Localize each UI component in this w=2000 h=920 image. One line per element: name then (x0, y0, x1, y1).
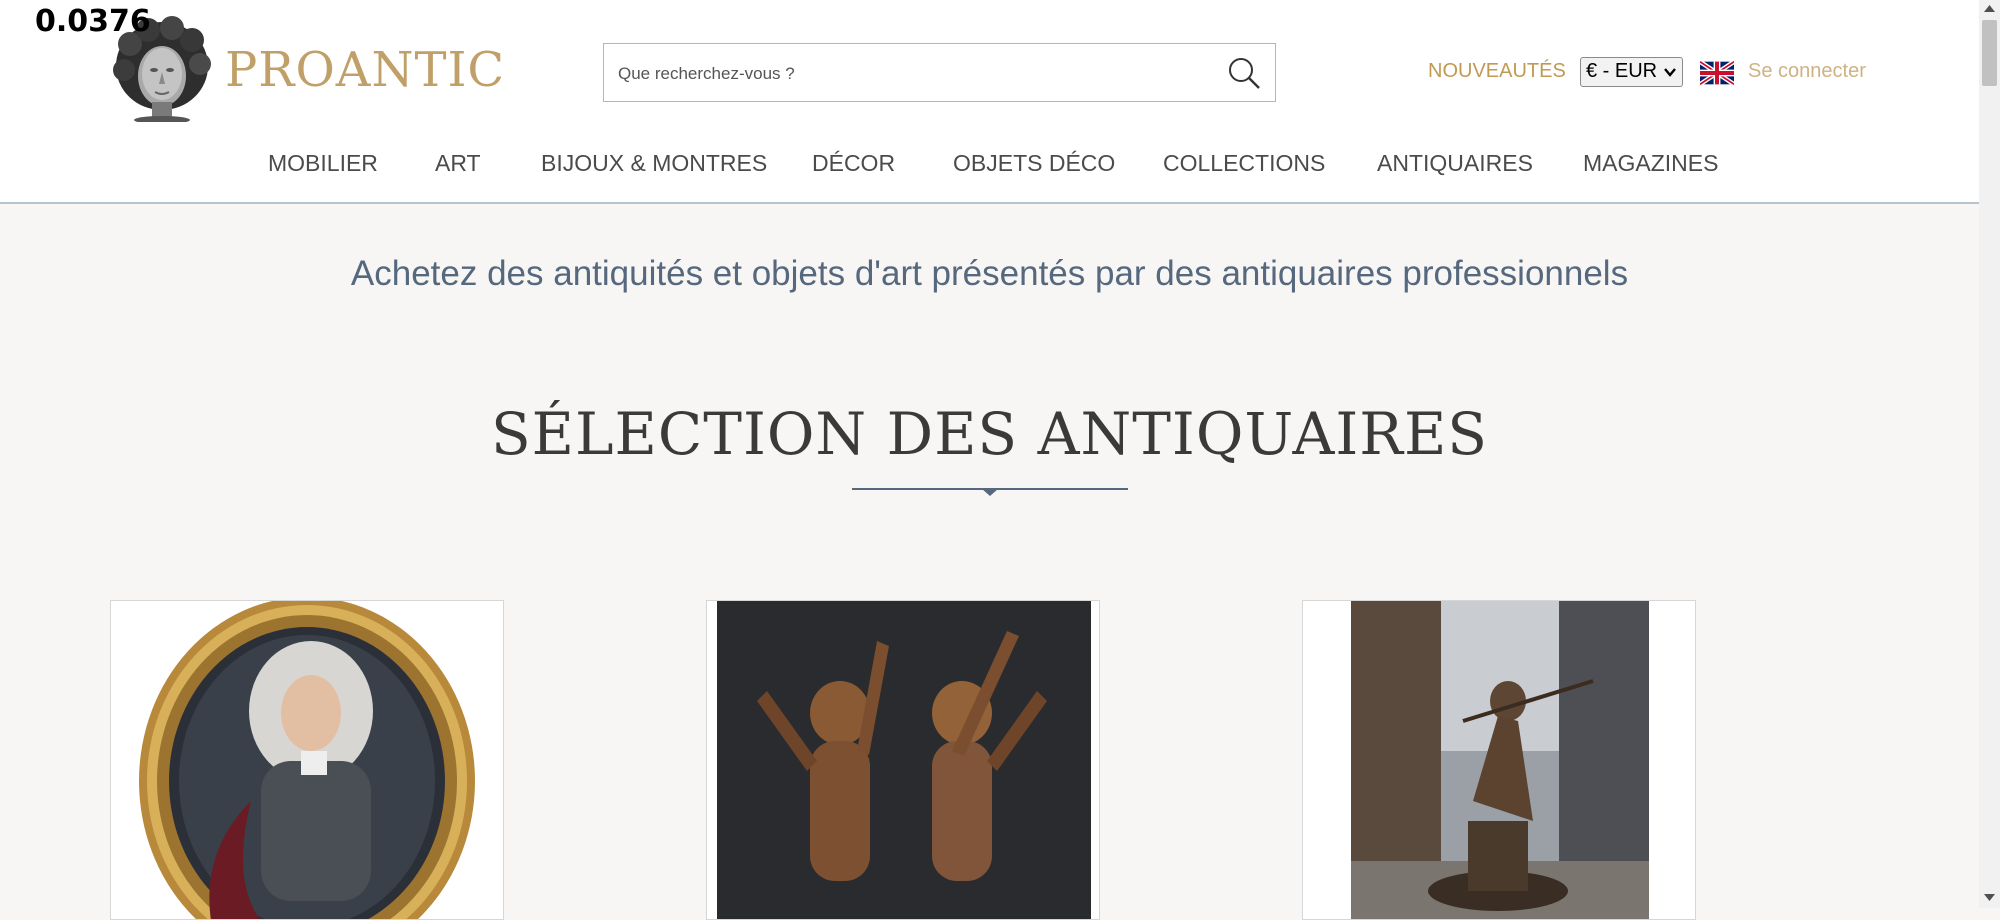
uk-flag-icon[interactable] (1698, 59, 1736, 87)
nav-item-collections[interactable]: COLLECTIONS (1163, 150, 1325, 177)
brand-name[interactable]: PROANTIC (225, 42, 505, 98)
nav-item-bijoux-montres[interactable]: BIJOUX & MONTRES (541, 150, 767, 177)
nav-item-art[interactable]: ART (435, 150, 481, 177)
section-title: SÉLECTION DES ANTIQUAIRES (490, 400, 1489, 468)
nav-item-antiquaires[interactable]: ANTIQUAIRES (1377, 150, 1533, 177)
product-card-portrait[interactable] (110, 600, 504, 920)
bronze-statue-image (1351, 601, 1649, 919)
product-card-cherubs[interactable] (706, 600, 1100, 920)
site-header: PROANTIC NOUVEAUTÉS € - EUR Se connecter… (0, 0, 1979, 204)
search-input[interactable] (616, 44, 1200, 103)
currency-value: € - EUR (1586, 60, 1658, 82)
search-bar (603, 43, 1276, 103)
page-scrollbar[interactable] (1979, 0, 2000, 908)
overlay-number: 0.0376 (35, 4, 151, 39)
search-icon[interactable] (1227, 56, 1261, 90)
nav-item-objets-deco[interactable]: OBJETS DÉCO (953, 150, 1115, 177)
nav-item-magazines[interactable]: MAGAZINES (1583, 150, 1718, 177)
portrait-painting-image (139, 601, 475, 919)
nav-item-mobilier[interactable]: MOBILIER (268, 150, 378, 177)
nav-item-decor[interactable]: DÉCOR (812, 150, 895, 177)
scroll-down-arrow-icon[interactable] (1984, 894, 1995, 902)
nouveautes-link[interactable]: NOUVEAUTÉS (1428, 60, 1566, 83)
product-card-bronze-statue[interactable] (1302, 600, 1696, 920)
main-nav: MOBILIER ART BIJOUX & MONTRES DÉCOR OBJE… (0, 150, 1979, 180)
scroll-up-arrow-icon[interactable] (1984, 4, 1995, 12)
currency-select[interactable]: € - EUR (1580, 57, 1683, 87)
carved-cherubs-image (717, 601, 1091, 919)
tagline: Achetez des antiquités et objets d'art p… (350, 254, 1629, 293)
login-link[interactable]: Se connecter (1748, 60, 1866, 83)
chevron-down-icon (1664, 68, 1676, 77)
scroll-thumb[interactable] (1982, 20, 1997, 86)
title-divider (852, 488, 1128, 496)
